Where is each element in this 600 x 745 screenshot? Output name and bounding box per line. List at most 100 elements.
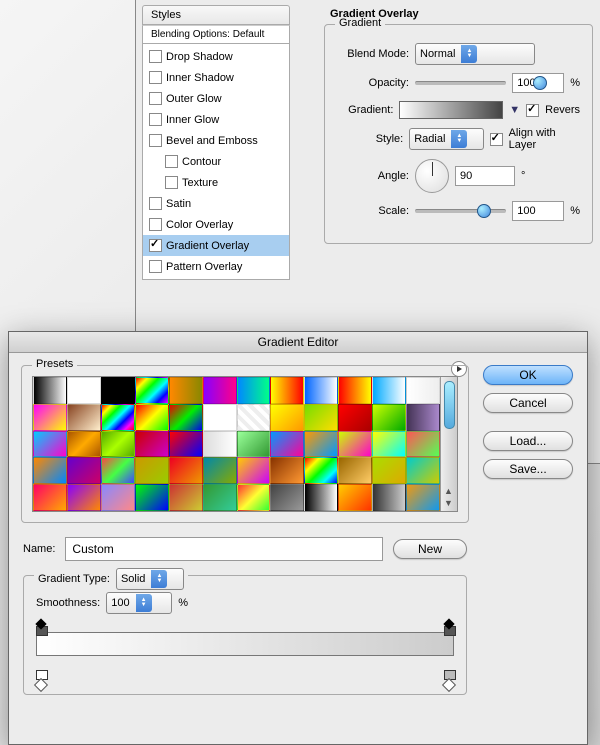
preset-swatch[interactable]: [372, 484, 406, 511]
style-checkbox[interactable]: [149, 71, 162, 84]
style-row-outer-glow[interactable]: Outer Glow: [143, 88, 289, 109]
scroll-down-icon[interactable]: ▼: [443, 498, 454, 509]
preset-swatch[interactable]: [169, 457, 203, 484]
style-checkbox[interactable]: [149, 197, 162, 210]
style-row-inner-shadow[interactable]: Inner Shadow: [143, 67, 289, 88]
preset-swatch[interactable]: [169, 431, 203, 458]
preset-swatch[interactable]: [406, 377, 440, 404]
preset-swatch[interactable]: [237, 404, 271, 431]
preset-swatch[interactable]: [270, 404, 304, 431]
gradient-dropdown-icon[interactable]: ▼: [509, 104, 520, 116]
style-row-texture[interactable]: Texture: [143, 172, 289, 193]
preset-swatch[interactable]: [33, 377, 67, 404]
preset-swatch[interactable]: [304, 431, 338, 458]
preset-swatch[interactable]: [101, 431, 135, 458]
preset-swatches[interactable]: [33, 377, 440, 511]
opacity-stop-left[interactable]: [36, 620, 46, 632]
preset-swatch[interactable]: [101, 404, 135, 431]
preset-swatch[interactable]: [406, 457, 440, 484]
preset-swatch[interactable]: [33, 431, 67, 458]
preset-swatch[interactable]: [101, 377, 135, 404]
style-row-contour[interactable]: Contour: [143, 151, 289, 172]
angle-input[interactable]: [455, 166, 515, 186]
ok-button[interactable]: OK: [483, 365, 573, 385]
style-row-pattern-overlay[interactable]: Pattern Overlay: [143, 256, 289, 277]
preset-swatch[interactable]: [101, 457, 135, 484]
color-stop-right[interactable]: [444, 672, 454, 684]
style-checkbox[interactable]: [165, 176, 178, 189]
preset-swatch[interactable]: [270, 457, 304, 484]
cancel-button[interactable]: Cancel: [483, 393, 573, 413]
preset-swatch[interactable]: [304, 404, 338, 431]
smoothness-input[interactable]: 100 ▲▼: [106, 592, 172, 614]
preset-swatch[interactable]: [101, 484, 135, 511]
preset-swatch[interactable]: [304, 484, 338, 511]
preset-swatch[interactable]: [169, 484, 203, 511]
preset-swatch[interactable]: [304, 377, 338, 404]
scale-slider[interactable]: [415, 203, 506, 219]
preset-swatch[interactable]: [338, 377, 372, 404]
opacity-slider[interactable]: [415, 75, 506, 91]
preset-swatch[interactable]: [270, 431, 304, 458]
preset-swatch[interactable]: [372, 377, 406, 404]
preset-swatch[interactable]: [203, 404, 237, 431]
preset-swatch[interactable]: [372, 457, 406, 484]
preset-swatch[interactable]: [270, 377, 304, 404]
style-row-color-overlay[interactable]: Color Overlay: [143, 214, 289, 235]
preset-swatch[interactable]: [338, 457, 372, 484]
preset-swatch[interactable]: [203, 431, 237, 458]
preset-swatch[interactable]: [135, 377, 169, 404]
reverse-checkbox[interactable]: [526, 104, 539, 117]
preset-swatch[interactable]: [135, 484, 169, 511]
style-checkbox[interactable]: [149, 260, 162, 273]
scale-input[interactable]: [512, 201, 564, 221]
preset-swatch[interactable]: [203, 377, 237, 404]
preset-swatch[interactable]: [406, 431, 440, 458]
scroll-up-icon[interactable]: ▲: [443, 486, 454, 497]
preset-swatch[interactable]: [67, 404, 101, 431]
preset-swatch[interactable]: [67, 431, 101, 458]
color-stop-left[interactable]: [36, 672, 46, 684]
preset-swatch[interactable]: [237, 484, 271, 511]
style-checkbox[interactable]: [149, 92, 162, 105]
preset-swatch[interactable]: [203, 484, 237, 511]
preset-swatch[interactable]: [33, 457, 67, 484]
style-row-inner-glow[interactable]: Inner Glow: [143, 109, 289, 130]
preset-swatch[interactable]: [406, 484, 440, 511]
preset-swatch[interactable]: [135, 457, 169, 484]
preset-swatch[interactable]: [169, 377, 203, 404]
style-row-gradient-overlay[interactable]: Gradient Overlay: [143, 235, 289, 256]
style-select[interactable]: Radial ▲▼: [409, 128, 483, 150]
preset-swatch[interactable]: [203, 457, 237, 484]
style-checkbox[interactable]: [149, 134, 162, 147]
preset-swatch[interactable]: [67, 484, 101, 511]
style-checkbox[interactable]: [149, 50, 162, 63]
preset-swatch[interactable]: [67, 377, 101, 404]
preset-swatch[interactable]: [33, 484, 67, 511]
presets-scrollbar[interactable]: ▲ ▼: [440, 377, 457, 511]
preset-swatch[interactable]: [338, 484, 372, 511]
preset-swatch[interactable]: [304, 457, 338, 484]
gradient-bar-area[interactable]: [36, 632, 454, 682]
style-checkbox[interactable]: [165, 155, 178, 168]
scrollbar-thumb[interactable]: [444, 381, 455, 429]
preset-swatch[interactable]: [237, 457, 271, 484]
blending-options-row[interactable]: Blending Options: Default: [142, 25, 290, 44]
style-row-bevel-and-emboss[interactable]: Bevel and Emboss: [143, 130, 289, 151]
styles-header[interactable]: Styles: [142, 5, 290, 25]
style-checkbox[interactable]: [149, 113, 162, 126]
gradient-bar[interactable]: [36, 632, 454, 656]
preset-swatch[interactable]: [135, 431, 169, 458]
dialog-title[interactable]: Gradient Editor: [9, 332, 587, 353]
preset-swatch[interactable]: [406, 404, 440, 431]
preset-swatch[interactable]: [169, 404, 203, 431]
opacity-stop-right[interactable]: [444, 620, 454, 632]
preset-swatch[interactable]: [237, 431, 271, 458]
align-checkbox[interactable]: [490, 133, 503, 146]
angle-dial[interactable]: [415, 159, 449, 193]
name-input[interactable]: [65, 537, 383, 561]
preset-swatch[interactable]: [338, 404, 372, 431]
gradient-type-select[interactable]: Solid ▲▼: [116, 568, 184, 590]
preset-swatch[interactable]: [372, 404, 406, 431]
preset-swatch[interactable]: [338, 431, 372, 458]
